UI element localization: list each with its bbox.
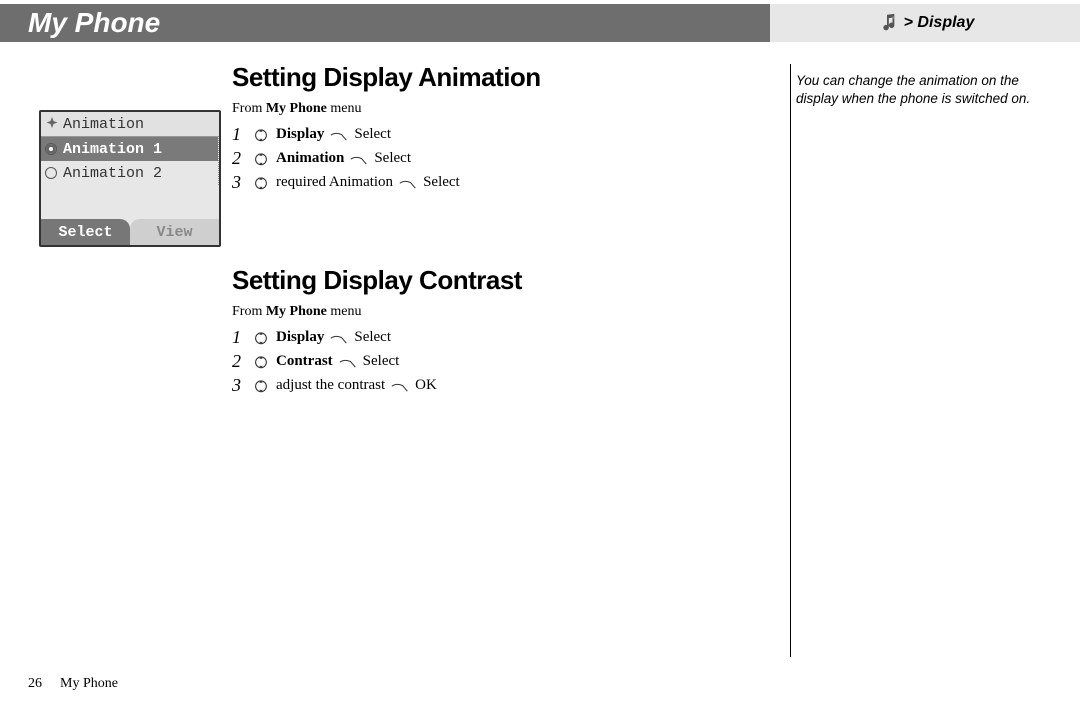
nav-pad-icon <box>252 127 270 141</box>
step-item: Display <box>276 326 324 348</box>
phone-menu-list: Animation 1 Animation 2 <box>41 136 219 185</box>
step-item: Contrast <box>276 350 333 372</box>
step-number: 1 <box>232 123 246 145</box>
intro-suffix: menu <box>327 304 362 319</box>
nav-pad-icon <box>252 378 270 392</box>
phone-item-label: Animation 1 <box>63 141 162 158</box>
step-item: required Animation <box>276 171 393 193</box>
intro-prefix: From <box>232 304 266 319</box>
nav-pad-icon <box>252 175 270 189</box>
softkey-right[interactable]: View <box>130 219 219 245</box>
section-intro: From My Phone menu <box>232 304 762 320</box>
nav-pad-icon <box>252 330 270 344</box>
step-number: 2 <box>232 350 246 372</box>
intro-bold: My Phone <box>266 304 327 319</box>
breadcrumb-label: > Display <box>904 14 975 32</box>
intro-bold: My Phone <box>266 101 327 116</box>
music-notes-icon <box>876 12 898 34</box>
section-heading: Setting Display Contrast <box>232 265 762 296</box>
intro-suffix: menu <box>327 101 362 116</box>
section-contrast: Setting Display Contrast From My Phone m… <box>232 265 762 396</box>
phone-screenshot: Animation Animation 1 Animation 2 Select… <box>39 110 221 247</box>
step-number: 3 <box>232 171 246 193</box>
step-action: OK <box>415 374 437 396</box>
step-action: Select <box>354 123 391 145</box>
select-key-icon <box>399 175 417 189</box>
select-key-icon <box>330 330 348 344</box>
phone-title: Animation <box>63 116 144 133</box>
step-row: 2 Animation Select <box>232 147 762 169</box>
step-item: Animation <box>276 147 344 169</box>
main-content: Setting Display Animation From My Phone … <box>232 62 762 398</box>
select-key-icon <box>330 127 348 141</box>
intro-prefix: From <box>232 101 266 116</box>
radio-unselected-icon <box>45 167 57 179</box>
select-key-icon <box>391 378 409 392</box>
column-separator <box>790 64 791 657</box>
phone-softkeys: Select View <box>41 219 219 245</box>
step-action: Select <box>363 350 400 372</box>
phone-title-row: Animation <box>41 112 219 136</box>
step-row: 1 Display Select <box>232 326 762 348</box>
page-footer: 26 My Phone <box>28 676 118 692</box>
select-key-icon <box>339 354 357 368</box>
step-action: Select <box>423 171 460 193</box>
step-row: 2 Contrast Select <box>232 350 762 372</box>
step-row: 1 Display Select <box>232 123 762 145</box>
breadcrumb: > Display <box>770 4 1080 42</box>
step-number: 3 <box>232 374 246 396</box>
step-item: adjust the contrast <box>276 374 385 396</box>
page-number: 26 <box>28 676 42 692</box>
step-action: Select <box>374 147 411 169</box>
phone-menu-item[interactable]: Animation 2 <box>41 161 218 185</box>
section-heading: Setting Display Animation <box>232 62 762 93</box>
select-key-icon <box>350 151 368 165</box>
nav-pad-icon <box>252 354 270 368</box>
header-bar: My Phone <box>0 4 770 42</box>
step-number: 2 <box>232 147 246 169</box>
steps-list: 1 Display Select 2 Contrast Select 3 adj… <box>232 326 762 396</box>
sparkle-icon <box>45 117 59 131</box>
section-intro: From My Phone menu <box>232 101 762 117</box>
steps-list: 1 Display Select 2 Animation Select 3 re… <box>232 123 762 193</box>
section-animation: Setting Display Animation From My Phone … <box>232 62 762 193</box>
softkey-left[interactable]: Select <box>41 219 130 245</box>
phone-menu-item[interactable]: Animation 1 <box>41 137 218 161</box>
radio-selected-icon <box>45 143 57 155</box>
step-action: Select <box>354 326 391 348</box>
step-row: 3 adjust the contrast OK <box>232 374 762 396</box>
step-row: 3 required Animation Select <box>232 171 762 193</box>
footer-title: My Phone <box>60 676 118 692</box>
header-title: My Phone <box>28 7 160 39</box>
phone-item-label: Animation 2 <box>63 165 162 182</box>
sidebar-note: You can change the animation on the disp… <box>796 62 1046 108</box>
step-number: 1 <box>232 326 246 348</box>
step-item: Display <box>276 123 324 145</box>
note-text: You can change the animation on the disp… <box>796 62 1046 108</box>
nav-pad-icon <box>252 151 270 165</box>
